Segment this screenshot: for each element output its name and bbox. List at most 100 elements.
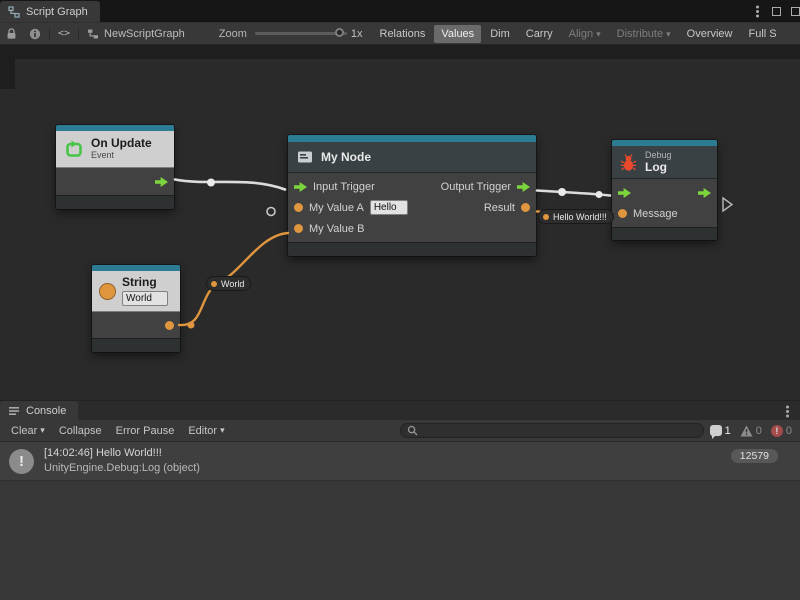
result-label: Result <box>484 202 515 214</box>
value-input-port[interactable] <box>294 203 303 212</box>
dim-button[interactable]: Dim <box>483 25 517 43</box>
graph-name-breadcrumb[interactable]: NewScriptGraph <box>104 28 185 40</box>
warning-count: 0 <box>756 425 762 437</box>
value-dot-icon <box>543 214 549 220</box>
fullscreen-button[interactable]: Full S <box>741 25 783 43</box>
chevron-down-icon <box>666 29 671 39</box>
console-log-list: [14:02:46] Hello World!!! UnityEngine.De… <box>0 442 800 600</box>
control-input-port[interactable] <box>294 182 307 192</box>
node-header: On Update Event <box>56 131 174 168</box>
console-tab-title: Console <box>26 405 66 417</box>
zoom-slider-handle[interactable] <box>335 28 344 37</box>
graph-canvas[interactable]: On Update Event My Node Input Tri <box>0 45 800 400</box>
zoom-value: 1x <box>351 28 363 40</box>
relations-button[interactable]: Relations <box>373 25 433 43</box>
my-value-a-label: My Value A <box>309 202 364 214</box>
carry-button[interactable]: Carry <box>519 25 560 43</box>
port-row: My Value B <box>288 218 536 239</box>
search-input[interactable] <box>422 425 682 437</box>
toolbar-divider <box>78 27 79 41</box>
console-toolbar: Clear Collapse Error Pause Editor 1 0 <box>0 420 800 442</box>
my-value-a-input[interactable] <box>370 200 408 215</box>
node-subtitle: Event <box>91 150 152 161</box>
tab-console[interactable]: Console <box>0 401 78 420</box>
warning-filter-toggle[interactable]: 0 <box>740 425 762 437</box>
chevron-down-icon <box>596 29 601 39</box>
on-update-icon <box>64 139 84 159</box>
lock-button[interactable] <box>6 28 17 40</box>
graph-toolbar: NewScriptGraph Zoom 1x Relations Values … <box>0 22 800 45</box>
distribute-dropdown[interactable]: Distribute <box>610 25 678 43</box>
node-ports: Message <box>612 179 717 227</box>
window-tabbar: Script Graph <box>0 0 800 22</box>
zoom-slider[interactable] <box>255 32 347 35</box>
node-header: My Node <box>288 142 536 173</box>
tab-title: Script Graph <box>26 6 88 18</box>
script-graph-icon <box>8 6 20 18</box>
control-output-port[interactable] <box>517 182 530 192</box>
zoom-label: Zoom <box>219 28 247 40</box>
layout-icon[interactable] <box>791 7 800 16</box>
node-my-node[interactable]: My Node Input Trigger Output Trigger My … <box>288 135 536 256</box>
node-string-literal[interactable]: String <box>92 265 180 352</box>
unity-window: Script Graph NewScriptGraph Zoom 1x Rela… <box>0 0 800 600</box>
node-debug-log[interactable]: Debug Log Message <box>612 140 717 240</box>
info-icon <box>29 28 41 40</box>
value-dot-icon <box>211 281 217 287</box>
wire-value-label: Hello World!!! <box>553 212 607 222</box>
error-icon <box>771 425 783 437</box>
node-footer <box>56 195 174 209</box>
editor-label: Editor <box>188 425 217 437</box>
node-ports <box>92 312 180 338</box>
info-button[interactable] <box>29 28 41 40</box>
clear-dropdown-button[interactable]: Clear <box>4 423 52 439</box>
align-label: Align <box>569 28 593 40</box>
control-input-port[interactable] <box>618 188 631 198</box>
info-filter-toggle[interactable]: 1 <box>710 425 731 437</box>
warning-icon <box>740 425 753 437</box>
log-message: [14:02:46] Hello World!!! <box>44 446 200 461</box>
node-footer <box>612 227 717 240</box>
edit-source-button[interactable] <box>58 28 70 39</box>
console-menu-icon[interactable] <box>782 404 792 418</box>
node-title: On Update <box>91 137 152 150</box>
port-row: Input Trigger Output Trigger <box>288 176 536 197</box>
search-icon <box>407 425 418 436</box>
log-entry[interactable]: [14:02:46] Hello World!!! UnityEngine.De… <box>0 442 800 481</box>
window-menu-icon[interactable] <box>752 4 762 18</box>
tab-script-graph[interactable]: Script Graph <box>0 1 100 22</box>
maximize-icon[interactable] <box>772 7 781 16</box>
value-output-port[interactable] <box>521 203 530 212</box>
value-output-port[interactable] <box>165 321 174 330</box>
control-output-port[interactable] <box>155 177 168 187</box>
error-count: 0 <box>786 425 792 437</box>
flow-direction-marker <box>723 198 732 211</box>
chevron-down-icon <box>40 425 45 436</box>
control-output-port[interactable] <box>698 188 711 198</box>
error-pause-toggle[interactable]: Error Pause <box>109 423 182 439</box>
console-search[interactable] <box>400 423 704 438</box>
output-trigger-label: Output Trigger <box>441 181 511 193</box>
info-log-icon <box>710 425 722 436</box>
value-input-port[interactable] <box>294 224 303 233</box>
my-value-b-label: My Value B <box>309 223 364 235</box>
values-button[interactable]: Values <box>434 25 481 43</box>
string-value-input[interactable] <box>122 291 168 306</box>
node-on-update-event[interactable]: On Update Event <box>56 125 174 209</box>
my-node-icon <box>296 148 314 166</box>
node-footer <box>92 338 180 352</box>
info-count: 1 <box>725 425 731 437</box>
error-filter-toggle[interactable]: 0 <box>771 425 792 437</box>
wire-value-badge-hello-world: Hello World!!! <box>538 209 614 224</box>
graph-asset-icon <box>87 28 99 40</box>
value-input-port[interactable] <box>618 209 627 218</box>
node-header: Debug Log <box>612 146 717 179</box>
align-dropdown[interactable]: Align <box>562 25 608 43</box>
node-ports: Input Trigger Output Trigger My Value A … <box>288 173 536 242</box>
window-controls <box>752 4 800 22</box>
kebab-icon <box>756 10 759 13</box>
overview-button[interactable]: Overview <box>680 25 740 43</box>
message-label: Message <box>633 208 678 220</box>
editor-dropdown[interactable]: Editor <box>181 423 231 439</box>
collapse-toggle[interactable]: Collapse <box>52 423 109 439</box>
